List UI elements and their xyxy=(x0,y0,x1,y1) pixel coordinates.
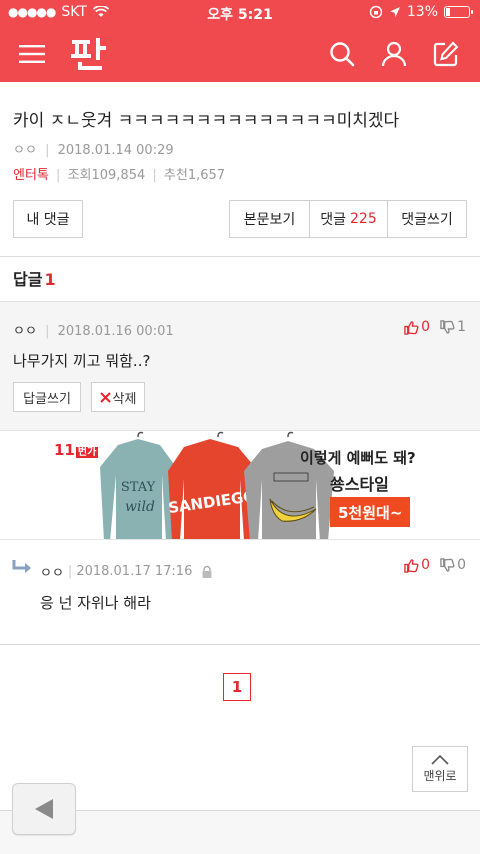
thumbs-up-icon xyxy=(404,320,419,335)
post-date: 2018.01.14 00:29 xyxy=(57,143,174,158)
scroll-to-top-label: 맨위로 xyxy=(423,768,457,783)
separator: | xyxy=(152,168,157,183)
comment-votes: 0 1 xyxy=(404,319,466,335)
subcomment-meta: ㅇㅇ | 2018.01.17 17:16 xyxy=(40,562,214,581)
close-icon xyxy=(99,391,111,403)
reply-arrow-icon xyxy=(12,560,31,573)
comment-upvote[interactable]: 0 xyxy=(404,319,430,335)
search-icon xyxy=(330,42,355,67)
ad-price-tag: 5천원대~ xyxy=(330,497,411,527)
comment-author: ㅇㅇ xyxy=(13,324,37,339)
separator: | xyxy=(67,564,73,579)
post-views: 조회109,854 xyxy=(67,168,146,183)
divider xyxy=(0,644,480,645)
top-navbar xyxy=(0,26,480,82)
browser-bottom-bar xyxy=(0,783,480,854)
comment-upvote-count: 0 xyxy=(421,319,431,335)
pann-logo[interactable] xyxy=(70,34,110,74)
account-button[interactable] xyxy=(376,36,412,72)
reply-count: 1 xyxy=(44,270,56,289)
comments-label: 댓글 xyxy=(320,212,347,228)
divider xyxy=(0,256,480,257)
delete-button[interactable]: 삭제 xyxy=(91,382,145,412)
post-author: ㅇㅇ xyxy=(13,143,37,158)
reply-section-header: 답글 1 xyxy=(13,266,56,290)
post-header: 카이 ㅈㄴ웃겨 ㅋㅋㅋㅋㅋㅋㅋㅋㅋㅋㅋㅋㅋㅋ미치겠다 ㅇㅇ | 2018.01.… xyxy=(0,82,480,183)
subcomment-item: ㅇㅇ | 2018.01.17 17:16 0 0 응 넌 자위나 해라 xyxy=(0,540,480,644)
subcomment-text: 응 넌 자위나 해라 xyxy=(40,594,151,612)
thumbs-down-icon xyxy=(440,557,455,572)
subcomment-upvote-count: 0 xyxy=(421,557,431,573)
subcomment-downvote[interactable]: 0 xyxy=(440,557,466,573)
comment-downvote[interactable]: 1 xyxy=(440,319,466,335)
post-meta: ㅇㅇ | 2018.01.14 00:29 xyxy=(13,139,467,158)
ad-banner[interactable]: 11 번가 STAY wild SANDIEGO 이렇게 예뻐도 돼? 쑝스타일 … xyxy=(0,430,480,540)
page-1-button[interactable]: 1 xyxy=(223,673,251,701)
logo-icon xyxy=(71,38,106,70)
reply-write-button[interactable]: 답글쓰기 xyxy=(13,382,81,412)
rotation-lock-icon xyxy=(369,5,383,19)
comment-text: 나무가지 끼고 뭐함..? xyxy=(13,352,151,370)
comments-button[interactable]: 댓글 225 xyxy=(309,200,388,238)
thumbs-down-icon xyxy=(440,319,455,334)
hamburger-icon xyxy=(19,45,45,63)
ad-brand-number: 11 xyxy=(54,441,75,459)
subcomment-author: ㅇㅇ xyxy=(40,566,64,581)
location-icon xyxy=(389,7,400,17)
search-button[interactable] xyxy=(324,36,360,72)
subcomment-upvote[interactable]: 0 xyxy=(404,557,430,573)
post-actions: 내 댓글 본문보기 댓글 225 댓글쓰기 xyxy=(0,200,480,238)
view-post-button[interactable]: 본문보기 xyxy=(229,200,310,238)
post-title: 카이 ㅈㄴ웃겨 ㅋㅋㅋㅋㅋㅋㅋㅋㅋㅋㅋㅋㅋㅋ미치겠다 xyxy=(13,111,400,131)
comments-count: 225 xyxy=(350,211,377,227)
comment-downvote-count: 1 xyxy=(457,319,466,335)
status-bar: ●●●●● SKT 오후 5:21 13% xyxy=(0,0,480,26)
separator: | xyxy=(56,168,61,183)
my-comments-button[interactable]: 내 댓글 xyxy=(13,200,83,238)
battery-icon xyxy=(444,6,473,18)
scroll-to-top-button[interactable]: 맨위로 xyxy=(412,746,468,792)
subcomment-date: 2018.01.17 17:16 xyxy=(76,564,193,579)
delete-label: 삭제 xyxy=(112,391,137,407)
ad-subheadline: 쑝스타일 xyxy=(330,475,389,494)
subcomment-votes: 0 0 xyxy=(404,557,466,573)
battery-percent: 13% xyxy=(406,4,438,20)
separator: | xyxy=(45,143,50,158)
ad-headline: 이렇게 예뻐도 돼? xyxy=(300,449,416,467)
compose-icon xyxy=(433,41,459,67)
comment-meta: ㅇㅇ | 2018.01.16 00:01 xyxy=(13,320,174,339)
subcomment-downvote-count: 0 xyxy=(457,557,466,573)
post-category[interactable]: 엔터톡 xyxy=(13,168,49,183)
chevron-up-icon xyxy=(431,754,449,765)
write-button[interactable] xyxy=(428,36,464,72)
user-icon xyxy=(381,41,407,67)
post-recommend: 추천1,657 xyxy=(163,168,226,183)
back-button[interactable] xyxy=(12,783,76,835)
status-right: 13% xyxy=(369,4,473,20)
ad-shirt-text-1: STAY xyxy=(121,480,156,495)
back-arrow-icon xyxy=(35,799,53,819)
comment-item: ㅇㅇ | 2018.01.16 00:01 0 1 나무가지 끼고 뭐함..? … xyxy=(0,301,480,430)
write-comment-button[interactable]: 댓글쓰기 xyxy=(387,200,467,238)
ad-shirt-text-2: wild xyxy=(125,499,155,515)
thumbs-up-icon xyxy=(404,558,419,573)
menu-button[interactable] xyxy=(14,36,50,72)
reply-label: 답글 xyxy=(13,270,43,289)
separator: | xyxy=(45,324,50,339)
comment-date: 2018.01.16 00:01 xyxy=(57,324,174,339)
lock-icon xyxy=(202,565,212,578)
post-stats: 엔터톡 | 조회109,854 | 추천1,657 xyxy=(13,164,467,183)
